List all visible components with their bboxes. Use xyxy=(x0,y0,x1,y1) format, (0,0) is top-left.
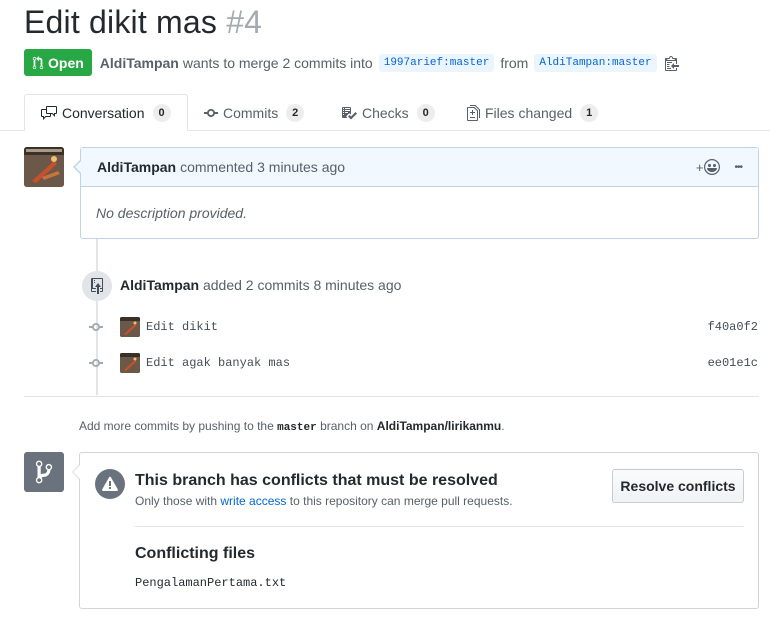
push-hint: Add more commits by pushing to the maste… xyxy=(79,419,505,434)
commit-row: Edit agak banyak mas ee01e1c xyxy=(88,353,758,373)
pr-meta: Open AldiTampan wants to merge 2 commits… xyxy=(24,49,679,76)
conflict-sub-prefix: Only those with xyxy=(135,494,218,508)
comment-author-link[interactable]: AldiTampan xyxy=(97,159,176,175)
kebab-menu-button[interactable]: ••• xyxy=(734,162,742,173)
write-access-link[interactable]: write access xyxy=(220,494,286,508)
tab-label: Checks xyxy=(362,104,409,121)
tab-conversation[interactable]: Conversation 0 xyxy=(24,94,188,131)
comment-actions: + ••• xyxy=(696,159,743,175)
conflicting-files-title: Conflicting files xyxy=(135,545,255,562)
commits-event: AldiTampan added 2 commits 8 minutes ago xyxy=(120,277,401,293)
git-commit-icon xyxy=(88,319,104,335)
git-pull-request-icon xyxy=(32,55,44,69)
pr-author-link[interactable]: AldiTampan xyxy=(100,55,179,71)
merge-box: This branch has conflicts that must be r… xyxy=(72,452,759,609)
comment-timestamp[interactable]: commented 3 minutes ago xyxy=(180,159,345,175)
status-badge: Open xyxy=(24,49,92,76)
base-branch[interactable]: 1997arief:master xyxy=(378,53,495,72)
timeline-divider xyxy=(24,396,759,397)
resolve-conflicts-button[interactable]: Resolve conflicts xyxy=(612,469,744,503)
event-badge xyxy=(82,271,112,301)
tab-counter: 0 xyxy=(416,103,435,122)
commit-sha-link[interactable]: f40a0f2 xyxy=(708,320,758,334)
alert-icon xyxy=(95,469,125,499)
comment-body: No description provided. xyxy=(96,205,247,221)
conflict-subtitle: Only those with write access to this rep… xyxy=(135,494,513,508)
avatar-image xyxy=(24,147,64,187)
commit-sha-link[interactable]: ee01e1c xyxy=(708,356,758,370)
commit-message-link[interactable]: Edit agak banyak mas xyxy=(146,356,290,370)
hint-branch: master xyxy=(277,422,317,434)
git-commit-icon xyxy=(204,108,218,117)
merge-text: wants to merge 2 commits into xyxy=(182,54,373,71)
merge-divider xyxy=(135,526,744,527)
add-reaction-button[interactable]: + xyxy=(696,159,721,175)
hint-prefix: Add more commits by pushing to the xyxy=(79,419,274,433)
tab-counter: 1 xyxy=(580,103,599,122)
tab-label: Conversation xyxy=(62,104,145,121)
status-badge-label: Open xyxy=(48,54,84,71)
commit-row: Edit dikit f40a0f2 xyxy=(88,317,758,337)
conflict-sub-suffix: to this repository can merge pull reques… xyxy=(289,494,513,508)
tab-checks[interactable]: Checks 0 xyxy=(341,94,435,131)
hint-repo: AldiTampan/lirikanmu xyxy=(376,419,502,433)
comment-discussion-icon xyxy=(41,105,57,120)
pr-title-text: Edit dikit mas xyxy=(24,4,218,40)
conflicting-file-name: PengalamanPertama.txt xyxy=(135,576,287,590)
event-author-link[interactable]: AldiTampan xyxy=(120,277,199,293)
clippy-icon[interactable] xyxy=(664,55,679,71)
avatar[interactable] xyxy=(24,147,64,187)
tab-commits[interactable]: Commits 2 xyxy=(204,94,305,131)
tab-label: Commits xyxy=(223,104,279,121)
plus-label: + xyxy=(695,159,704,175)
tab-label: Files changed xyxy=(485,104,573,121)
smiley-icon xyxy=(704,159,721,175)
merge-status-icon-box xyxy=(24,452,64,492)
conflict-title: This branch has conflicts that must be r… xyxy=(135,472,498,489)
from-text: from xyxy=(500,54,529,71)
hint-middle: branch on xyxy=(320,419,374,433)
event-description: added 2 commits 8 minutes ago xyxy=(202,277,402,293)
tab-files-changed[interactable]: Files changed 1 xyxy=(467,94,599,131)
page-title: Edit dikit mas #4 xyxy=(24,4,262,41)
git-branch-icon xyxy=(35,460,53,484)
repo-push-icon xyxy=(91,278,103,294)
pr-number: #4 xyxy=(226,4,263,40)
tab-counter: 0 xyxy=(152,103,171,122)
comment-box: AldiTampan commented 3 minutes ago + •••… xyxy=(73,147,759,239)
git-commit-icon xyxy=(88,355,104,371)
commit-message-link[interactable]: Edit dikit xyxy=(146,320,218,334)
checklist-icon xyxy=(342,106,357,119)
pr-tabs: Conversation 0 Commits 2 Checks 0 Files … xyxy=(0,94,770,131)
avatar[interactable] xyxy=(120,353,140,373)
hint-suffix: . xyxy=(501,419,505,433)
comment-header: AldiTampan commented 3 minutes ago xyxy=(81,148,758,187)
file-diff-icon xyxy=(467,104,480,121)
avatar[interactable] xyxy=(120,317,140,337)
head-branch[interactable]: AldiTampan:master xyxy=(534,53,657,72)
tab-counter: 2 xyxy=(286,103,305,122)
